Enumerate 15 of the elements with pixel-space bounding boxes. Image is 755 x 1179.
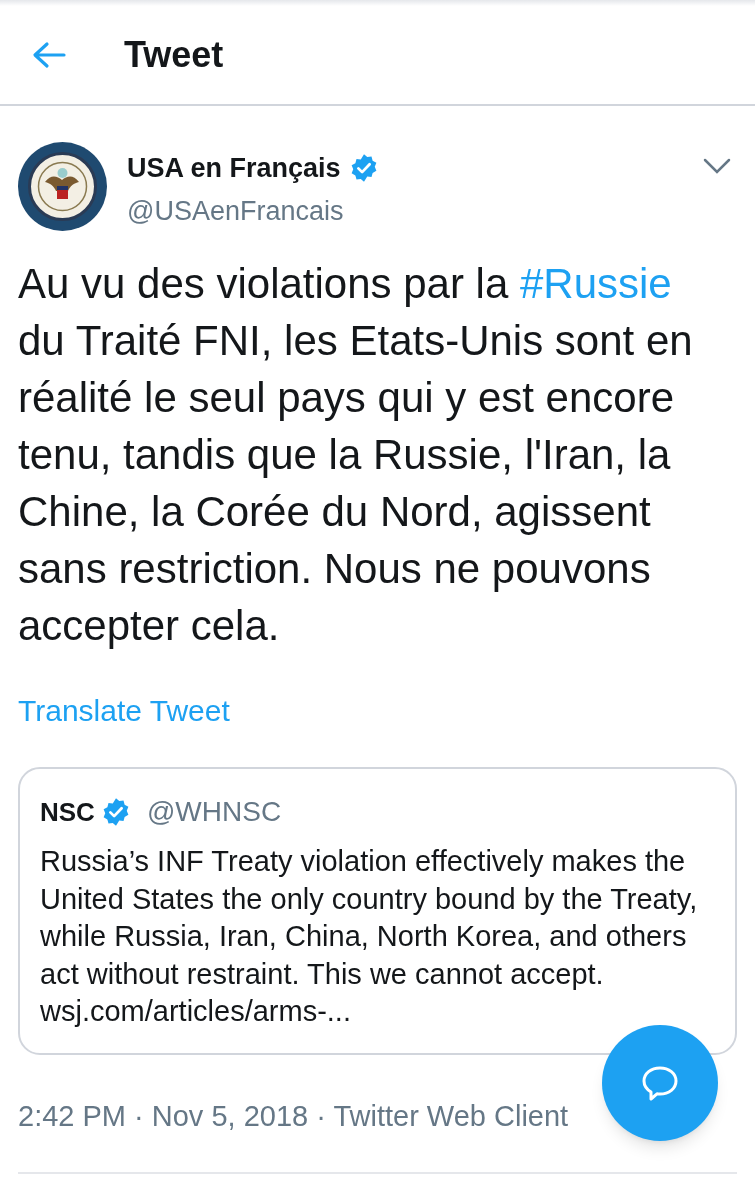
speech-bubble-icon	[641, 1064, 679, 1102]
quoted-author-name: NSC	[40, 795, 95, 829]
page-title: Tweet	[124, 33, 224, 77]
hashtag-link[interactable]: #Russie	[519, 260, 672, 307]
chevron-down-icon[interactable]	[703, 158, 731, 174]
back-arrow-icon	[32, 41, 66, 69]
author-name: USA en Français	[127, 152, 341, 185]
tweet-text: Au vu des violations par la #Russie du Traité FNI, les Etats-Unis sont en réalité le seul pays qui y est encore tenu, tandis que la Russie, l'Iran, la Chine, la Corée du Nord, agissent sans restriction. Nous ne pouvons accepter cela.	[18, 259, 694, 651]
avatar-seal-icon	[18, 142, 107, 231]
author-handle: @USAenFrancais	[127, 194, 345, 228]
back-button[interactable]	[32, 41, 66, 69]
quoted-author-handle: @WHNSC	[146, 795, 282, 829]
tweet-timestamp: 2:42 PM · Nov 5, 2018 · Twitter Web Client	[18, 1098, 569, 1134]
quoted-tweet-text: Russia’s INF Treaty violation effectively makes the United States the only country bound by the Treaty, while Russia, Iran, China, North Korea, and others act without restraint. This we cannot accept. wsj.com/articles/arms-...	[40, 844, 699, 1029]
translate-link[interactable]: Translate Tweet	[18, 688, 230, 733]
